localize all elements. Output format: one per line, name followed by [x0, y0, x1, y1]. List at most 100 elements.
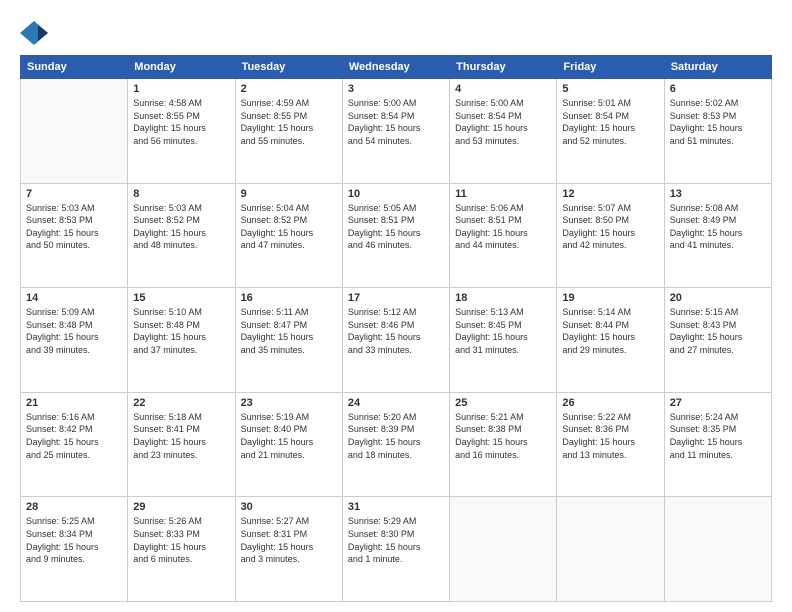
calendar-cell: 12 Sunrise: 5:07 AM Sunset: 8:50 PM Dayli…: [557, 183, 664, 288]
day-number: 21: [26, 397, 122, 409]
day-info: Sunrise: 5:16 AM Sunset: 8:42 PM Dayligh…: [26, 411, 122, 461]
day-number: 29: [133, 501, 229, 513]
calendar-cell: 13 Sunrise: 5:08 AM Sunset: 8:49 PM Dayli…: [664, 183, 771, 288]
day-info: Sunrise: 5:09 AM Sunset: 8:48 PM Dayligh…: [26, 306, 122, 356]
day-number: 3: [348, 83, 444, 95]
day-number: 10: [348, 188, 444, 200]
day-info: Sunrise: 5:10 AM Sunset: 8:48 PM Dayligh…: [133, 306, 229, 356]
calendar-cell: 10 Sunrise: 5:05 AM Sunset: 8:51 PM Dayli…: [342, 183, 449, 288]
day-number: 25: [455, 397, 551, 409]
calendar-cell: 2 Sunrise: 4:59 AM Sunset: 8:55 PM Daylig…: [235, 79, 342, 184]
day-number: 17: [348, 292, 444, 304]
day-of-week-header: Saturday: [664, 56, 771, 79]
calendar-week-row: 7 Sunrise: 5:03 AM Sunset: 8:53 PM Daylig…: [21, 183, 772, 288]
day-number: 19: [562, 292, 658, 304]
day-number: 27: [670, 397, 766, 409]
day-info: Sunrise: 5:13 AM Sunset: 8:45 PM Dayligh…: [455, 306, 551, 356]
day-info: Sunrise: 5:08 AM Sunset: 8:49 PM Dayligh…: [670, 202, 766, 252]
day-info: Sunrise: 5:01 AM Sunset: 8:54 PM Dayligh…: [562, 97, 658, 147]
calendar-cell: 31Sunrise: 5:29 AM Sunset: 8:30 PM Dayli…: [342, 497, 449, 602]
calendar-cell: 1 Sunrise: 4:58 AM Sunset: 8:55 PM Daylig…: [128, 79, 235, 184]
day-info: Sunrise: 5:21 AM Sunset: 8:38 PM Dayligh…: [455, 411, 551, 461]
day-number: 24: [348, 397, 444, 409]
day-info: Sunrise: 5:25 AM Sunset: 8:34 PM Dayligh…: [26, 515, 122, 565]
day-info: Sunrise: 5:03 AM Sunset: 8:53 PM Dayligh…: [26, 202, 122, 252]
day-info: Sunrise: 5:02 AM Sunset: 8:53 PM Dayligh…: [670, 97, 766, 147]
calendar-cell: 9Sunrise: 5:04 AM Sunset: 8:52 PM Daylig…: [235, 183, 342, 288]
day-info: Sunrise: 5:29 AM Sunset: 8:30 PM Dayligh…: [348, 515, 444, 565]
day-number: 30: [241, 501, 337, 513]
day-info: Sunrise: 4:58 AM Sunset: 8:55 PM Dayligh…: [133, 97, 229, 147]
day-info: Sunrise: 5:14 AM Sunset: 8:44 PM Dayligh…: [562, 306, 658, 356]
calendar-week-row: 1 Sunrise: 4:58 AM Sunset: 8:55 PM Daylig…: [21, 79, 772, 184]
day-info: Sunrise: 5:06 AM Sunset: 8:51 PM Dayligh…: [455, 202, 551, 252]
calendar-cell: 15 Sunrise: 5:10 AM Sunset: 8:48 PM Dayli…: [128, 288, 235, 393]
day-of-week-header: Tuesday: [235, 56, 342, 79]
calendar-cell: [664, 497, 771, 602]
calendar-cell: 16 Sunrise: 5:11 AM Sunset: 8:47 PM Dayli…: [235, 288, 342, 393]
calendar-cell: 4Sunrise: 5:00 AM Sunset: 8:54 PM Daylig…: [450, 79, 557, 184]
calendar-cell: 6 Sunrise: 5:02 AM Sunset: 8:53 PM Daylig…: [664, 79, 771, 184]
day-number: 7: [26, 188, 122, 200]
calendar-cell: 19 Sunrise: 5:14 AM Sunset: 8:44 PM Dayli…: [557, 288, 664, 393]
day-number: 2: [241, 83, 337, 95]
day-number: 20: [670, 292, 766, 304]
calendar-cell: 3 Sunrise: 5:00 AM Sunset: 8:54 PM Daylig…: [342, 79, 449, 184]
day-info: Sunrise: 5:24 AM Sunset: 8:35 PM Dayligh…: [670, 411, 766, 461]
calendar-cell: 11 Sunrise: 5:06 AM Sunset: 8:51 PM Dayli…: [450, 183, 557, 288]
calendar-cell: 8 Sunrise: 5:03 AM Sunset: 8:52 PM Daylig…: [128, 183, 235, 288]
calendar-cell: 24Sunrise: 5:20 AM Sunset: 8:39 PM Dayli…: [342, 392, 449, 497]
calendar-week-row: 28 Sunrise: 5:25 AM Sunset: 8:34 PM Dayli…: [21, 497, 772, 602]
calendar-cell: 30Sunrise: 5:27 AM Sunset: 8:31 PM Dayli…: [235, 497, 342, 602]
calendar-cell: 7 Sunrise: 5:03 AM Sunset: 8:53 PM Daylig…: [21, 183, 128, 288]
day-number: 15: [133, 292, 229, 304]
day-info: Sunrise: 5:18 AM Sunset: 8:41 PM Dayligh…: [133, 411, 229, 461]
day-number: 18: [455, 292, 551, 304]
calendar-cell: 29 Sunrise: 5:26 AM Sunset: 8:33 PM Dayli…: [128, 497, 235, 602]
calendar-cell: 18 Sunrise: 5:13 AM Sunset: 8:45 PM Dayli…: [450, 288, 557, 393]
calendar-cell: 23 Sunrise: 5:19 AM Sunset: 8:40 PM Dayli…: [235, 392, 342, 497]
calendar-cell: [21, 79, 128, 184]
day-info: Sunrise: 5:22 AM Sunset: 8:36 PM Dayligh…: [562, 411, 658, 461]
day-number: 5: [562, 83, 658, 95]
day-number: 9: [241, 188, 337, 200]
day-number: 23: [241, 397, 337, 409]
calendar-cell: 25 Sunrise: 5:21 AM Sunset: 8:38 PM Dayli…: [450, 392, 557, 497]
day-number: 28: [26, 501, 122, 513]
calendar-cell: 28 Sunrise: 5:25 AM Sunset: 8:34 PM Dayli…: [21, 497, 128, 602]
day-of-week-header: Monday: [128, 56, 235, 79]
day-info: Sunrise: 5:05 AM Sunset: 8:51 PM Dayligh…: [348, 202, 444, 252]
calendar-cell: [450, 497, 557, 602]
calendar-cell: 26Sunrise: 5:22 AM Sunset: 8:36 PM Dayli…: [557, 392, 664, 497]
day-info: Sunrise: 5:07 AM Sunset: 8:50 PM Dayligh…: [562, 202, 658, 252]
day-info: Sunrise: 5:11 AM Sunset: 8:47 PM Dayligh…: [241, 306, 337, 356]
day-of-week-header: Wednesday: [342, 56, 449, 79]
day-info: Sunrise: 5:19 AM Sunset: 8:40 PM Dayligh…: [241, 411, 337, 461]
calendar-week-row: 21 Sunrise: 5:16 AM Sunset: 8:42 PM Dayli…: [21, 392, 772, 497]
day-of-week-header: Thursday: [450, 56, 557, 79]
day-number: 22: [133, 397, 229, 409]
calendar-table: SundayMondayTuesdayWednesdayThursdayFrid…: [20, 55, 772, 602]
calendar-cell: 5 Sunrise: 5:01 AM Sunset: 8:54 PM Daylig…: [557, 79, 664, 184]
calendar-cell: 20Sunrise: 5:15 AM Sunset: 8:43 PM Dayli…: [664, 288, 771, 393]
calendar-cell: 17 Sunrise: 5:12 AM Sunset: 8:46 PM Dayli…: [342, 288, 449, 393]
calendar-week-row: 14 Sunrise: 5:09 AM Sunset: 8:48 PM Dayli…: [21, 288, 772, 393]
day-info: Sunrise: 5:12 AM Sunset: 8:46 PM Dayligh…: [348, 306, 444, 356]
logo: [20, 19, 50, 47]
day-number: 16: [241, 292, 337, 304]
day-number: 12: [562, 188, 658, 200]
day-number: 14: [26, 292, 122, 304]
day-info: Sunrise: 5:03 AM Sunset: 8:52 PM Dayligh…: [133, 202, 229, 252]
day-number: 13: [670, 188, 766, 200]
calendar-cell: 21 Sunrise: 5:16 AM Sunset: 8:42 PM Dayli…: [21, 392, 128, 497]
header: [20, 15, 772, 47]
day-number: 8: [133, 188, 229, 200]
day-number: 11: [455, 188, 551, 200]
day-info: Sunrise: 4:59 AM Sunset: 8:55 PM Dayligh…: [241, 97, 337, 147]
day-info: Sunrise: 5:26 AM Sunset: 8:33 PM Dayligh…: [133, 515, 229, 565]
day-info: Sunrise: 5:00 AM Sunset: 8:54 PM Dayligh…: [348, 97, 444, 147]
calendar-cell: 27 Sunrise: 5:24 AM Sunset: 8:35 PM Dayli…: [664, 392, 771, 497]
day-number: 6: [670, 83, 766, 95]
day-of-week-header: Sunday: [21, 56, 128, 79]
day-number: 1: [133, 83, 229, 95]
